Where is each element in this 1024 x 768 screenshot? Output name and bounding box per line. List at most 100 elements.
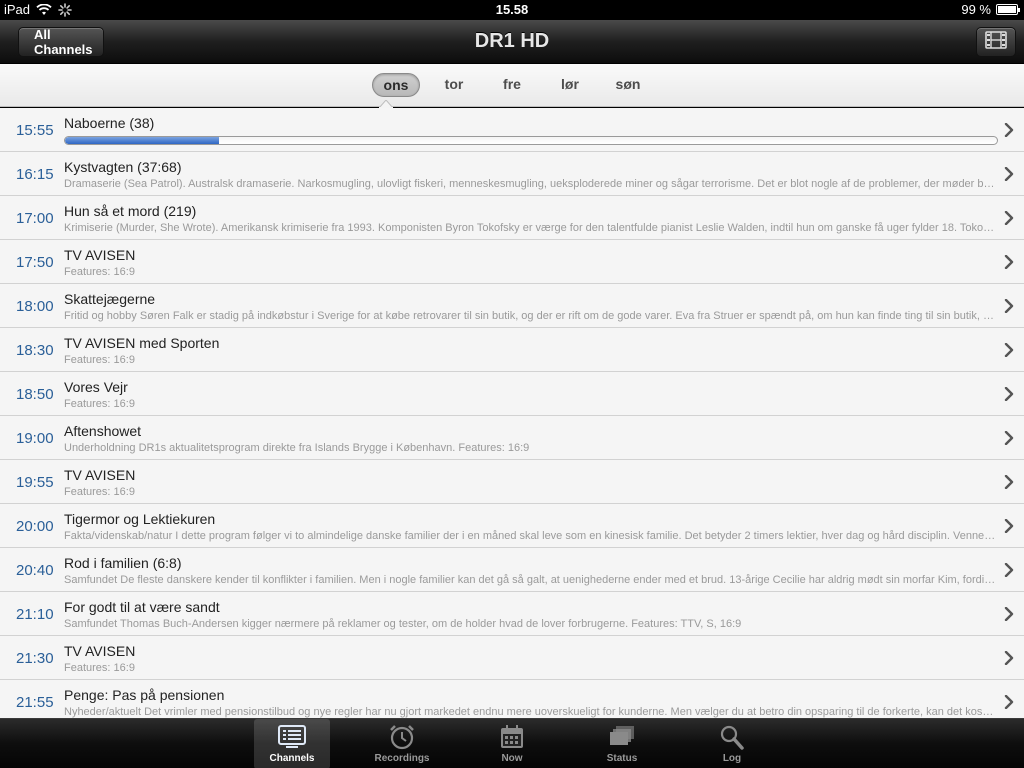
program-row[interactable]: 16:15 Kystvagten (37:68) Dramaserie (Sea P… (0, 152, 1024, 196)
chevron-right-icon (1004, 694, 1014, 714)
program-list: 15:55 Naboerne (38) 16:15 Kystvagten (37:68… (0, 108, 1024, 718)
program-title: Aftenshowet (64, 423, 142, 439)
calendar-icon (497, 723, 527, 751)
program-title: Vores Vejr (64, 379, 128, 395)
stacked-screens-icon (607, 723, 637, 751)
chevron-right-icon (1004, 606, 1014, 626)
battery-percent: 99 % (961, 2, 991, 17)
program-row[interactable]: 20:00 Tigermor og Lektiekuren Fakta/videns… (0, 504, 1024, 548)
program-row[interactable]: 18:30 TV AVISEN med Sporten Features: 16:… (0, 328, 1024, 372)
program-title: TV AVISEN (64, 643, 136, 659)
program-title: Rod i familien (6:8) (64, 555, 182, 571)
chevron-right-icon (1004, 166, 1014, 186)
program-time: 18:00 (16, 298, 54, 315)
program-progress-fill (65, 137, 219, 144)
program-row[interactable]: 19:00 Aftenshowet Underholdning DR1s aktua… (0, 416, 1024, 460)
tab-label: Channels (269, 753, 315, 764)
page-title: DR1 HD (474, 30, 550, 52)
chevron-right-icon (1004, 430, 1014, 450)
program-title: Skattejægerne (64, 291, 156, 307)
tab-bar: Channels Recordings Now Status Log (0, 718, 1024, 768)
chevron-right-icon (1004, 298, 1014, 318)
program-title: TV AVISEN med Sporten (64, 335, 220, 351)
day-tab-søn[interactable]: søn (598, 73, 658, 97)
program-description: Fakta/videnskab/natur I dette program fø… (64, 530, 996, 542)
program-description: Nyheder/aktuelt Det vrimler med pensions… (64, 706, 996, 718)
program-time: 18:30 (16, 342, 54, 359)
film-button[interactable] (976, 27, 1016, 57)
day-tab-tor[interactable]: tor (424, 73, 484, 97)
program-description: Krimiserie (Murder, She Wrote). Amerikan… (64, 222, 996, 234)
day-selector-bar: ons tor fre lør søn (0, 64, 1024, 107)
tab-label: Log (722, 753, 742, 764)
program-description: Features: 16:9 (64, 662, 135, 674)
program-time: 16:15 (16, 166, 54, 183)
program-description: Features: 16:9 (64, 266, 135, 278)
program-description: Features: 16:9 (64, 354, 135, 366)
program-description: Features: 16:9 (64, 486, 135, 498)
program-time: 21:55 (16, 694, 54, 711)
battery-icon (996, 4, 1020, 15)
tab-label: Recordings (374, 753, 430, 764)
tab-log[interactable]: Log (694, 719, 770, 768)
program-description: Dramaserie (Sea Patrol). Australsk drama… (64, 178, 996, 190)
program-row[interactable]: 17:00 Hun så et mord (219) Krimiserie (Mur… (0, 196, 1024, 240)
day-tab-fre[interactable]: fre (482, 73, 542, 97)
program-row[interactable]: 18:50 Vores Vejr Features: 16:9 (0, 372, 1024, 416)
tab-status[interactable]: Status (584, 719, 660, 768)
chevron-right-icon (1004, 386, 1014, 406)
program-row[interactable]: 18:00 Skattejægerne Fritid og hobby Søren … (0, 284, 1024, 328)
tab-label: Now (501, 753, 523, 764)
chevron-right-icon (1004, 342, 1014, 362)
chevron-right-icon (1004, 254, 1014, 274)
program-progress-bar (64, 136, 998, 145)
program-time: 15:55 (16, 122, 54, 139)
program-time: 17:00 (16, 210, 54, 227)
program-time: 21:30 (16, 650, 54, 667)
chevron-right-icon (1004, 474, 1014, 494)
tab-channels[interactable]: Channels (254, 719, 330, 768)
program-title: Naboerne (38) (64, 115, 155, 131)
program-row[interactable]: 15:55 Naboerne (38) (0, 108, 1024, 152)
program-title: TV AVISEN (64, 467, 136, 483)
chevron-right-icon (1004, 562, 1014, 582)
program-time: 20:40 (16, 562, 54, 579)
program-time: 19:00 (16, 430, 54, 447)
program-title: Penge: Pas på pensionen (64, 687, 225, 703)
program-time: 18:50 (16, 386, 54, 403)
navigation-bar: All Channels DR1 HD (0, 20, 1024, 64)
program-title: Tigermor og Lektiekuren (64, 511, 216, 527)
day-selector: ons tor fre lør søn (0, 73, 1024, 97)
program-row[interactable]: 20:40 Rod i familien (6:8) Samfundet De fl… (0, 548, 1024, 592)
program-title: Kystvagten (37:68) (64, 159, 182, 175)
program-description: Samfundet De fleste danskere kender til … (64, 574, 996, 586)
program-row[interactable]: 21:10 For godt til at være sandt Samfundet… (0, 592, 1024, 636)
status-bar: iPad 15.58 99 % (0, 0, 1024, 20)
program-row[interactable]: 21:30 TV AVISEN Features: 16:9 (0, 636, 1024, 680)
tab-now[interactable]: Now (474, 719, 550, 768)
program-title: For godt til at være sandt (64, 599, 220, 615)
program-description: Underholdning DR1s aktualitetsprogram di… (64, 442, 530, 454)
chevron-right-icon (1004, 650, 1014, 670)
program-title: Hun så et mord (219) (64, 203, 197, 219)
program-title: TV AVISEN (64, 247, 136, 263)
program-time: 21:10 (16, 606, 54, 623)
day-tab-lør[interactable]: lør (540, 73, 600, 97)
tab-recordings[interactable]: Recordings (364, 719, 440, 768)
selected-day-pointer-icon (379, 100, 393, 108)
alarm-clock-icon (387, 723, 417, 751)
channels-list-icon (277, 723, 307, 751)
program-row[interactable]: 19:55 TV AVISEN Features: 16:9 (0, 460, 1024, 504)
tab-label: Status (606, 753, 638, 764)
chevron-right-icon (1004, 210, 1014, 230)
clock: 15.58 (495, 2, 529, 17)
magnifier-icon (717, 723, 747, 751)
program-row[interactable]: 17:50 TV AVISEN Features: 16:9 (0, 240, 1024, 284)
program-time: 17:50 (16, 254, 54, 271)
program-time: 19:55 (16, 474, 54, 491)
program-description: Features: 16:9 (64, 398, 135, 410)
program-row[interactable]: 21:55 Penge: Pas på pensionen Nyheder/aktu… (0, 680, 1024, 718)
day-tab-ons[interactable]: ons (372, 73, 420, 97)
program-time: 20:00 (16, 518, 54, 535)
chevron-right-icon (1004, 518, 1014, 538)
